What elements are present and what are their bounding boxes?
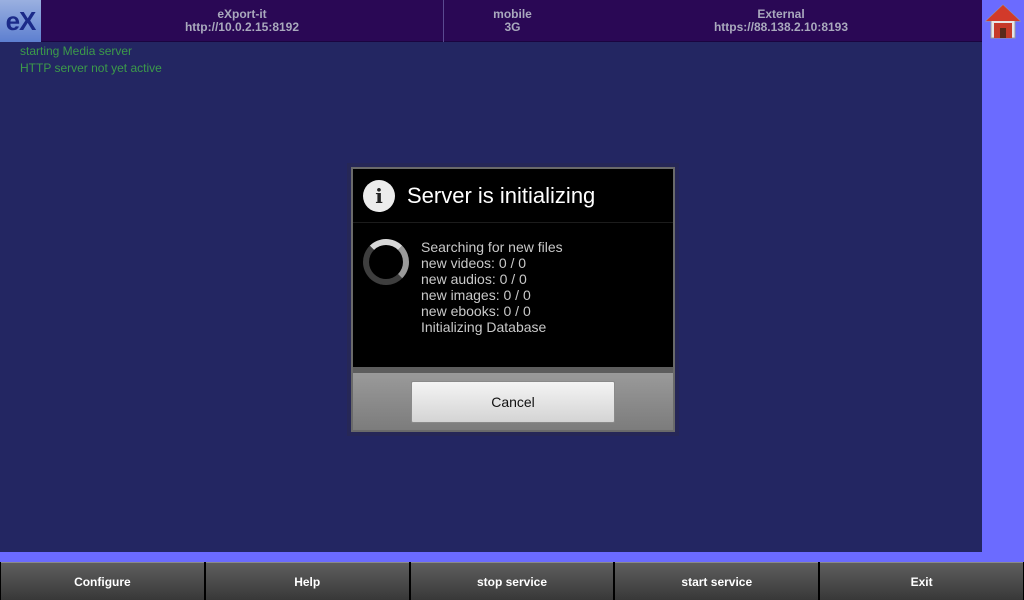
top-header: eX eXport-it http://10.0.2.15:8192 mobil… bbox=[0, 0, 982, 42]
progress-line: Searching for new files bbox=[421, 239, 563, 255]
header-cell-value: https://88.138.2.10:8193 bbox=[713, 20, 849, 34]
progress-line: new audios: 0 / 0 bbox=[421, 271, 527, 287]
home-icon bbox=[984, 4, 1022, 39]
progress-line: new videos: 0 / 0 bbox=[421, 255, 527, 271]
start-service-button[interactable]: start service bbox=[615, 562, 819, 600]
exit-button[interactable]: Exit bbox=[820, 562, 1023, 600]
status-media-server: starting Media server bbox=[20, 44, 133, 58]
progress-line: new ebooks: 0 / 0 bbox=[421, 303, 531, 319]
bottom-bar: Configure Help stop service start servic… bbox=[0, 562, 1024, 600]
progress-spinner-icon bbox=[363, 239, 409, 285]
configure-button[interactable]: Configure bbox=[1, 562, 204, 600]
header-cell-value: http://10.0.2.15:8192 bbox=[184, 20, 300, 34]
header-external-server: External https://88.138.2.10:8193 bbox=[580, 0, 982, 42]
dialog-footer: Cancel bbox=[353, 367, 673, 430]
dialog-title: Server is initializing bbox=[407, 182, 596, 208]
header-local-server: eXport-it http://10.0.2.15:8192 bbox=[41, 0, 444, 42]
dialog-body: Searching for new files new videos: 0 / … bbox=[353, 223, 673, 369]
help-button[interactable]: Help bbox=[205, 562, 409, 600]
header-network: mobile 3G bbox=[445, 0, 580, 42]
status-http-server: HTTP server not yet active bbox=[20, 61, 162, 75]
ex-logo[interactable]: eX bbox=[0, 0, 41, 42]
header-cell-value: 3G bbox=[504, 20, 521, 34]
progress-line: new images: 0 / 0 bbox=[421, 287, 531, 303]
init-dialog: i Server is initializing Searching for n… bbox=[351, 167, 675, 432]
app-screen: eX eXport-it http://10.0.2.15:8192 mobil… bbox=[0, 0, 1024, 600]
progress-lines: Searching for new files new videos: 0 / … bbox=[421, 239, 563, 335]
progress-line: Initializing Database bbox=[421, 319, 547, 335]
dialog-header: i Server is initializing bbox=[353, 169, 673, 223]
info-icon: i bbox=[363, 179, 395, 212]
stop-service-button[interactable]: stop service bbox=[410, 562, 614, 600]
home-button[interactable] bbox=[982, 0, 1024, 42]
cancel-button[interactable]: Cancel bbox=[411, 380, 615, 423]
